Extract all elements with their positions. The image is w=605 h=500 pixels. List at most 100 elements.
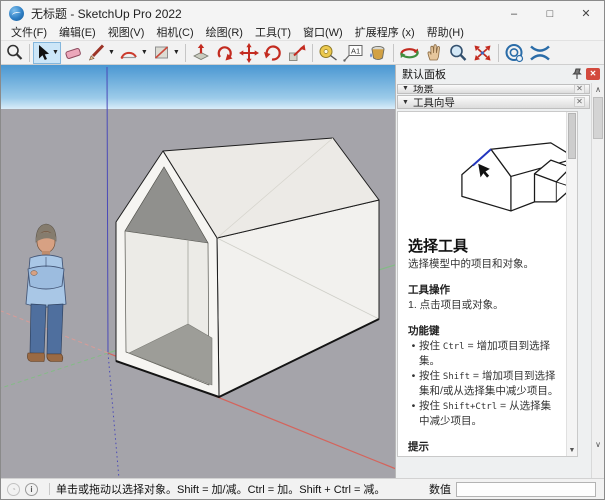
chevron-down-icon[interactable]: ▼ (52, 49, 59, 56)
paint-bucket-button[interactable] (365, 42, 390, 64)
pin-icon[interactable] (571, 68, 583, 80)
chevron-down-icon[interactable]: ▼ (108, 49, 115, 56)
menu-window[interactable]: 窗口(W) (297, 26, 349, 40)
instructor-scrollbar[interactable]: ▼ (566, 112, 577, 456)
triangle-expand-icon: ▼ (402, 99, 409, 106)
instructor-title: 选择工具 (408, 235, 560, 256)
title-bar: 无标题 - SketchUp Pro 2022 – □ ✕ (1, 1, 604, 26)
menu-bar: 文件(F) 编辑(E) 视图(V) 相机(C) 绘图(R) 工具(T) 窗口(W… (1, 26, 604, 40)
instructor-subtitle: 选择模型中的项目和对象。 (408, 258, 560, 271)
tray-title: 默认面板 (402, 66, 571, 82)
menu-tools[interactable]: 工具(T) (249, 26, 297, 40)
zoom-button[interactable] (446, 42, 470, 64)
eraser-icon (63, 43, 83, 62)
tray-header[interactable]: 默认面板 ✕ (396, 65, 604, 83)
tape-measure-icon (318, 43, 338, 63)
scale-button[interactable] (285, 42, 309, 64)
warehouse-button[interactable] (502, 42, 527, 64)
menu-extensions[interactable]: 扩展程序 (x) (349, 26, 421, 40)
geolocation-icon[interactable]: ◔ (7, 483, 20, 496)
instructor-illustration (440, 122, 566, 220)
tray-body: ▼ 场景 ✕ ▼ 工具向导 ✕ (396, 83, 604, 478)
zoom-extents-button[interactable] (470, 42, 495, 64)
person-hand (31, 271, 37, 276)
rotate-button[interactable] (261, 42, 285, 64)
toolbar-separator (393, 44, 394, 62)
close-button[interactable]: ✕ (568, 1, 604, 26)
scale-icon (287, 43, 307, 63)
select-tool-button[interactable]: ▼ (33, 42, 61, 64)
arc-icon (119, 43, 139, 62)
person-right-leg (47, 304, 63, 354)
info-icon[interactable]: i (25, 483, 38, 496)
triangle-collapse-icon: ▼ (402, 85, 409, 92)
modifier-keys-heading: 功能键 (408, 323, 560, 338)
tray-scrollbar[interactable]: ∧ ∨ (591, 83, 604, 478)
section-close-icon[interactable]: ✕ (574, 84, 585, 94)
text-tool-button[interactable]: A1 (340, 42, 365, 64)
scroll-up-icon[interactable]: ∧ (592, 83, 604, 96)
menu-camera[interactable]: 相机(C) (150, 26, 199, 40)
warehouse-icon (504, 43, 525, 63)
section-close-icon[interactable]: ✕ (574, 97, 585, 107)
toolbar: ▼ ▼ ▼ ▼ (1, 40, 604, 65)
minimize-button[interactable]: – (496, 1, 532, 26)
menu-help[interactable]: 帮助(H) (421, 26, 470, 40)
window-title: 无标题 - SketchUp Pro 2022 (31, 5, 182, 22)
section-scenes-label: 场景 (413, 84, 434, 94)
line-tool-button[interactable]: ▼ (85, 42, 117, 64)
status-separator (49, 483, 50, 495)
scrollbar-thumb[interactable] (593, 97, 603, 139)
pencil-icon (87, 43, 106, 62)
toolbar-separator (29, 44, 30, 62)
section-instructor[interactable]: ▼ 工具向导 ✕ (397, 95, 590, 109)
paint-bucket-icon (367, 43, 388, 63)
person-right-shoe (47, 354, 63, 362)
zoom-window-icon (5, 43, 24, 62)
measurements-input[interactable] (456, 482, 596, 497)
modifier-item: •按住 Ctrl = 增加项目到选择集。 (408, 340, 560, 368)
orbit-button[interactable] (397, 42, 422, 64)
rectangle-tool-button[interactable]: ▼ (150, 42, 182, 64)
push-pull-button[interactable] (189, 42, 213, 64)
tips-heading: 提示 (408, 439, 560, 454)
section-scenes[interactable]: ▼ 场景 ✕ (397, 84, 590, 94)
toolbar-separator (185, 44, 186, 62)
modifier-item: •按住 Shift+Ctrl = 从选择集中减少项目。 (408, 400, 560, 428)
exchange-button[interactable] (527, 42, 553, 64)
move-button[interactable] (237, 42, 261, 64)
person-crossed-arms (28, 266, 64, 289)
modifier-item: •按住 Shift = 增加项目到选择集和/或从选择集中减少项目。 (408, 370, 560, 398)
maximize-button[interactable]: □ (532, 1, 568, 26)
model-scene (1, 65, 395, 478)
zoom-window-button[interactable] (3, 42, 26, 64)
toolbar-separator (312, 44, 313, 62)
scroll-down-icon[interactable]: ∨ (592, 438, 604, 451)
chevron-down-icon[interactable]: ▼ (141, 49, 148, 56)
menu-edit[interactable]: 编辑(E) (53, 26, 102, 40)
toolbar-separator (498, 44, 499, 62)
sky (1, 65, 395, 109)
pan-button[interactable] (422, 42, 446, 64)
sketchup-logo-icon (9, 6, 24, 21)
eraser-button[interactable] (61, 42, 85, 64)
measurements-box: 数值 (429, 481, 596, 497)
tray-close-icon[interactable]: ✕ (586, 68, 600, 80)
model-viewport[interactable] (1, 65, 395, 478)
status-bar: ◔ i 单击或拖动以选择对象。Shift = 加/减。Ctrl = 加。Shif… (1, 478, 604, 499)
tape-measure-button[interactable] (316, 42, 340, 64)
scrollbar-thumb[interactable] (568, 113, 576, 159)
menu-view[interactable]: 视图(V) (102, 26, 151, 40)
chevron-down-icon[interactable]: ▼ (173, 49, 180, 56)
push-pull-icon (191, 43, 211, 63)
scroll-down-icon[interactable]: ▼ (567, 447, 577, 454)
person-left-leg (30, 304, 46, 354)
zoom-icon (448, 43, 468, 63)
menu-draw[interactable]: 绘图(R) (200, 26, 249, 40)
menu-file[interactable]: 文件(F) (5, 26, 53, 40)
follow-me-button[interactable] (213, 42, 237, 64)
rectangle-icon (152, 43, 171, 62)
measurements-label: 数值 (429, 481, 451, 497)
arc-tool-button[interactable]: ▼ (117, 42, 150, 64)
rotate-icon (263, 43, 283, 63)
